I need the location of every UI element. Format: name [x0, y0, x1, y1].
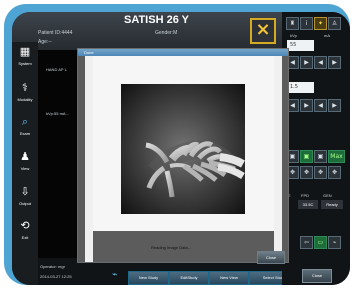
left-sidebar: ▦ System ⚕ Modality ⌕ Exam ♟ View ⇩ Outp…: [12, 42, 38, 285]
ma-label: mA: [324, 33, 330, 38]
exam-name-label: HAND AP L: [46, 67, 67, 72]
dialog-close-button[interactable]: Close: [257, 251, 285, 264]
device-frame: SATISH 26 Y Patient ID:4444 Age:-- Gende…: [4, 4, 350, 285]
preset-button-4[interactable]: ✥: [328, 166, 341, 179]
exam-icon: ⌕: [21, 115, 29, 128]
mode-button-2[interactable]: ▣: [300, 150, 313, 163]
reading-image-dialog: Done Reading Image Data... Close: [77, 48, 289, 264]
kvp-field[interactable]: 55: [287, 40, 314, 51]
screenshot-frame: SATISH 26 Y Patient ID:4444 Age:-- Gende…: [0, 0, 354, 289]
sidebar-exit-label: Exit: [21, 235, 29, 240]
sidebar-exam-label: Exam: [19, 131, 31, 136]
gen-value: Ready: [321, 200, 343, 209]
exposure-info-label: kVp:55 mA...: [46, 111, 69, 116]
kvp-label: kVp: [290, 33, 297, 38]
sidebar-output-label: Output: [18, 201, 31, 206]
dialog-header: Done: [78, 49, 288, 56]
sidebar-item-exam[interactable]: ⌕ Exam: [12, 114, 38, 144]
action-button-1[interactable]: ⇦: [300, 236, 313, 249]
new-study-button[interactable]: New Study: [128, 271, 169, 285]
sidebar-view-label: View: [20, 166, 30, 171]
sidebar-system-label: System: [18, 61, 32, 66]
exit-icon: ⟲: [20, 219, 30, 232]
gender-label: Gender:M: [155, 30, 178, 36]
increase-button-2[interactable]: ▶: [328, 56, 341, 69]
increase-button-4[interactable]: ▶: [328, 99, 341, 112]
dialog-right-panel: [274, 56, 282, 262]
dialog-header-text: Done: [84, 50, 94, 55]
modality-icon: ⚕: [22, 81, 28, 94]
datetime-label: 2014-03-27 12:25: [40, 274, 72, 279]
person-button[interactable]: ♙: [328, 17, 341, 30]
patient-id-label: Patient ID:4444: [38, 30, 73, 36]
sidebar-modality-label: Modality: [17, 97, 33, 102]
age-label: Age:--: [38, 39, 52, 45]
preset-button-3[interactable]: ✥: [314, 166, 327, 179]
sidebar-item-output[interactable]: ⇩ Output: [12, 184, 38, 214]
dialog-image-area: [93, 56, 274, 231]
info-button[interactable]: i: [300, 17, 313, 30]
gen-label: GEN: [323, 193, 332, 198]
view-icon: ♟: [20, 150, 30, 163]
sidebar-item-modality[interactable]: ⚕ Modality: [12, 80, 38, 110]
scan-icon[interactable]: ⌁: [112, 270, 124, 280]
fpd-value: 33.5C: [298, 200, 318, 209]
close-button[interactable]: Close: [302, 269, 332, 283]
dialog-left-panel: [85, 56, 93, 262]
action-button-2[interactable]: ▭: [314, 236, 327, 249]
increase-button-1[interactable]: ▶: [300, 56, 313, 69]
sidebar-item-view[interactable]: ♟ View: [12, 149, 38, 179]
hand-xray-image: [121, 84, 245, 214]
sidebar-item-system[interactable]: ▦ System: [12, 44, 38, 74]
action-button-3[interactable]: ⌁: [328, 236, 341, 249]
max-button[interactable]: Max: [328, 150, 345, 163]
decrease-button-2[interactable]: ◀: [314, 56, 327, 69]
fpd-label: FPD: [301, 193, 309, 198]
application-screen: SATISH 26 Y Patient ID:4444 Age:-- Gende…: [12, 12, 350, 285]
patient-title: SATISH 26 Y: [124, 14, 190, 26]
loading-status-text: Reading Image Data...: [151, 245, 192, 250]
increase-button-3[interactable]: ▶: [300, 99, 313, 112]
preset-button-2[interactable]: ✥: [300, 166, 313, 179]
ma-field[interactable]: 1.5: [287, 82, 314, 93]
new-view-button[interactable]: New View: [209, 271, 249, 285]
light-button[interactable]: ✦: [314, 17, 327, 30]
operator-label: Operator: mgr: [40, 264, 65, 269]
xray-preview: [121, 84, 245, 214]
output-icon: ⇩: [20, 185, 30, 198]
mode-button-3[interactable]: ▣: [314, 150, 327, 163]
close-x-button[interactable]: ×: [250, 18, 276, 44]
right-control-panel: ♜ i ✦ ♙ kVp mA 55 ◀ ▶ ◀ ▶ 1.5 ◀ ▶ ◀ ▶ ▣ …: [282, 12, 350, 285]
decrease-button-4[interactable]: ◀: [314, 99, 327, 112]
sidebar-item-exit[interactable]: ⟲ Exit: [12, 218, 38, 248]
system-icon: ▦: [19, 45, 31, 58]
toolbar-button-1[interactable]: ♜: [286, 17, 299, 30]
edit-study-button[interactable]: EditStudy: [169, 271, 209, 285]
